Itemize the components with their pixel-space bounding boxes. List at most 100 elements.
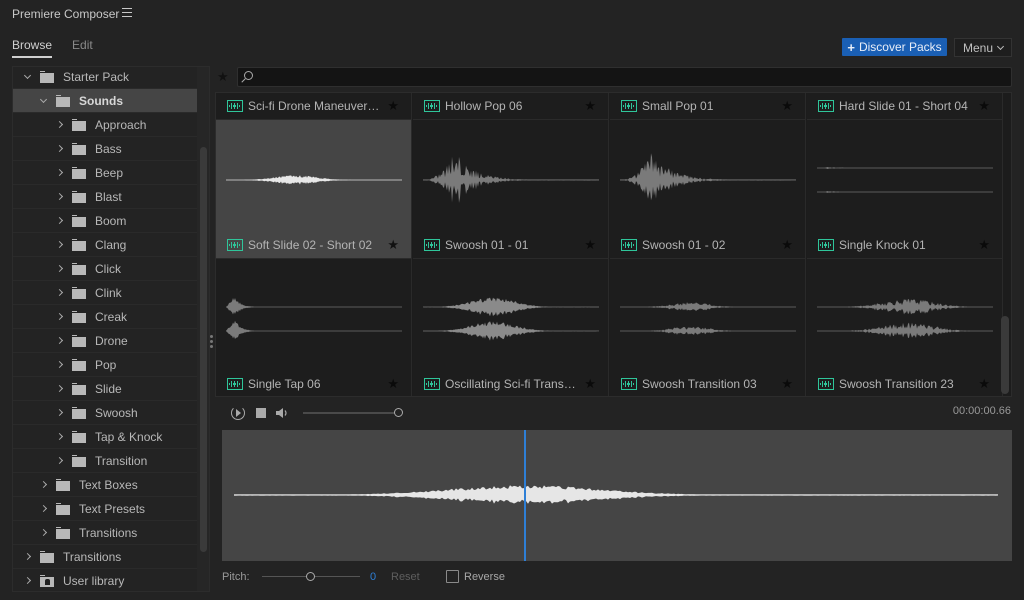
sidebar-item[interactable]: Approach <box>13 113 197 137</box>
search-field[interactable] <box>237 67 1012 87</box>
sidebar-item[interactable]: Pop <box>13 353 197 377</box>
chevron-right-icon[interactable] <box>55 336 64 345</box>
favorite-star-icon[interactable]: ★ <box>584 376 596 392</box>
volume-icon[interactable] <box>275 406 289 420</box>
sound-card[interactable]: Swoosh Transition 03 ★ <box>610 259 806 396</box>
sidebar-item[interactable]: Swoosh <box>13 401 197 425</box>
chevron-right-icon[interactable] <box>39 480 48 489</box>
search-icon <box>244 71 253 80</box>
replay-icon[interactable] <box>231 406 245 420</box>
favorites-filter-star-icon[interactable]: ★ <box>217 69 229 85</box>
chevron-right-icon[interactable] <box>55 168 64 177</box>
grid-scroll-thumb[interactable] <box>1001 316 1009 394</box>
sidebar-item-label: Transitions <box>79 526 138 540</box>
chevron-right-icon[interactable] <box>55 432 64 441</box>
favorite-star-icon[interactable]: ★ <box>584 237 596 253</box>
sidebar-item[interactable]: Clang <box>13 233 197 257</box>
sidebar-item[interactable]: Clink <box>13 281 197 305</box>
chevron-right-icon[interactable] <box>23 552 32 561</box>
chevron-down-icon[interactable] <box>39 95 48 103</box>
hamburger-icon[interactable] <box>122 8 132 17</box>
chevron-right-icon[interactable] <box>39 504 48 513</box>
chevron-right-icon[interactable] <box>39 528 48 537</box>
chevron-right-icon[interactable] <box>55 120 64 129</box>
sidebar-item[interactable]: Sounds <box>13 89 197 113</box>
chevron-right-icon[interactable] <box>55 288 64 297</box>
sidebar-item[interactable]: Text Presets <box>13 497 197 521</box>
chevron-right-icon[interactable] <box>55 192 64 201</box>
stop-icon[interactable] <box>256 408 266 418</box>
chevron-right-icon[interactable] <box>55 216 64 225</box>
reverse-checkbox[interactable] <box>446 570 459 583</box>
tab-edit[interactable]: Edit <box>72 38 93 58</box>
sound-card[interactable]: Oscillating Sci-fi Transit... ★ <box>413 259 609 396</box>
favorite-star-icon[interactable]: ★ <box>978 376 990 392</box>
sidebar-item-label: Drone <box>95 334 128 348</box>
sidebar-item[interactable]: Creak <box>13 305 197 329</box>
sidebar-item[interactable]: Tap & Knock <box>13 425 197 449</box>
favorite-star-icon[interactable]: ★ <box>387 376 399 392</box>
sound-card[interactable]: Hollow Pop 06 ★ <box>413 93 609 120</box>
sidebar-item[interactable]: Drone <box>13 329 197 353</box>
volume-slider[interactable] <box>303 408 403 417</box>
favorite-star-icon[interactable]: ★ <box>781 237 793 253</box>
favorite-star-icon[interactable]: ★ <box>978 237 990 253</box>
favorite-star-icon[interactable]: ★ <box>781 376 793 392</box>
panel-resize-handle[interactable] <box>210 335 213 351</box>
chevron-right-icon[interactable] <box>55 408 64 417</box>
sidebar-item[interactable]: Boom <box>13 209 197 233</box>
reset-pitch-button[interactable]: Reset <box>391 571 420 583</box>
favorite-star-icon[interactable]: ★ <box>387 237 399 253</box>
sound-card[interactable]: Soft Slide 02 - Short 02 ★ <box>216 120 412 259</box>
chevron-down-icon[interactable] <box>23 71 32 79</box>
sound-card[interactable]: Swoosh Transition 23 ★ <box>807 259 1003 396</box>
sidebar-item[interactable]: Starter Pack <box>13 67 197 89</box>
favorite-star-icon[interactable]: ★ <box>781 98 793 114</box>
sidebar-item[interactable]: User library <box>13 569 197 591</box>
favorite-star-icon[interactable]: ★ <box>978 98 990 114</box>
sidebar-item-label: Swoosh <box>95 406 138 420</box>
audio-file-icon <box>621 239 637 251</box>
pitch-slider[interactable] <box>262 572 360 581</box>
audio-file-icon <box>424 239 440 251</box>
chevron-right-icon[interactable] <box>55 264 64 273</box>
sound-card[interactable]: Swoosh 01 - 01 ★ <box>413 120 609 259</box>
waveform-preview[interactable] <box>222 430 1012 561</box>
chevron-right-icon[interactable] <box>55 456 64 465</box>
sound-card[interactable]: Small Pop 01 ★ <box>610 93 806 120</box>
search-input[interactable] <box>258 68 998 86</box>
sound-card[interactable]: Sci-fi Drone Maneuver ... ★ <box>216 93 412 120</box>
sound-card[interactable]: Single Knock 01 ★ <box>807 120 1003 259</box>
waveform-channel <box>226 320 402 339</box>
sidebar-scrollbar[interactable] <box>197 67 209 591</box>
chevron-right-icon[interactable] <box>55 384 64 393</box>
sound-card[interactable]: Single Tap 06 ★ <box>216 259 412 396</box>
sidebar-scroll-thumb[interactable] <box>200 147 207 552</box>
sidebar-item[interactable]: Transitions <box>13 521 197 545</box>
volume-slider-knob[interactable] <box>394 408 403 417</box>
chevron-right-icon[interactable] <box>55 144 64 153</box>
sidebar-item[interactable]: Text Boxes <box>13 473 197 497</box>
sidebar-item[interactable]: Transition <box>13 449 197 473</box>
sidebar-item[interactable]: Beep <box>13 161 197 185</box>
favorite-star-icon[interactable]: ★ <box>387 98 399 114</box>
playhead[interactable] <box>524 430 527 561</box>
sidebar-item[interactable]: Bass <box>13 137 197 161</box>
sidebar-item[interactable]: Slide <box>13 377 197 401</box>
chevron-right-icon[interactable] <box>55 240 64 249</box>
chevron-right-icon[interactable] <box>55 312 64 321</box>
chevron-right-icon[interactable] <box>23 576 32 585</box>
sidebar-item[interactable]: Click <box>13 257 197 281</box>
sidebar-item[interactable]: Transitions <box>13 545 197 569</box>
menu-dropdown-button[interactable]: Menu <box>954 38 1012 57</box>
sound-card[interactable]: Hard Slide 01 - Short 04 ★ <box>807 93 1003 120</box>
sound-card[interactable]: Swoosh 01 - 02 ★ <box>610 120 806 259</box>
sidebar-item-label: Creak <box>95 310 128 324</box>
sidebar-item[interactable]: Blast <box>13 185 197 209</box>
pitch-slider-knob[interactable] <box>306 572 315 581</box>
tab-browse[interactable]: Browse <box>12 38 53 58</box>
discover-packs-button[interactable]: + Discover Packs <box>842 38 947 56</box>
sidebar-item-label: Click <box>95 262 121 276</box>
favorite-star-icon[interactable]: ★ <box>584 98 596 114</box>
chevron-right-icon[interactable] <box>55 360 64 369</box>
